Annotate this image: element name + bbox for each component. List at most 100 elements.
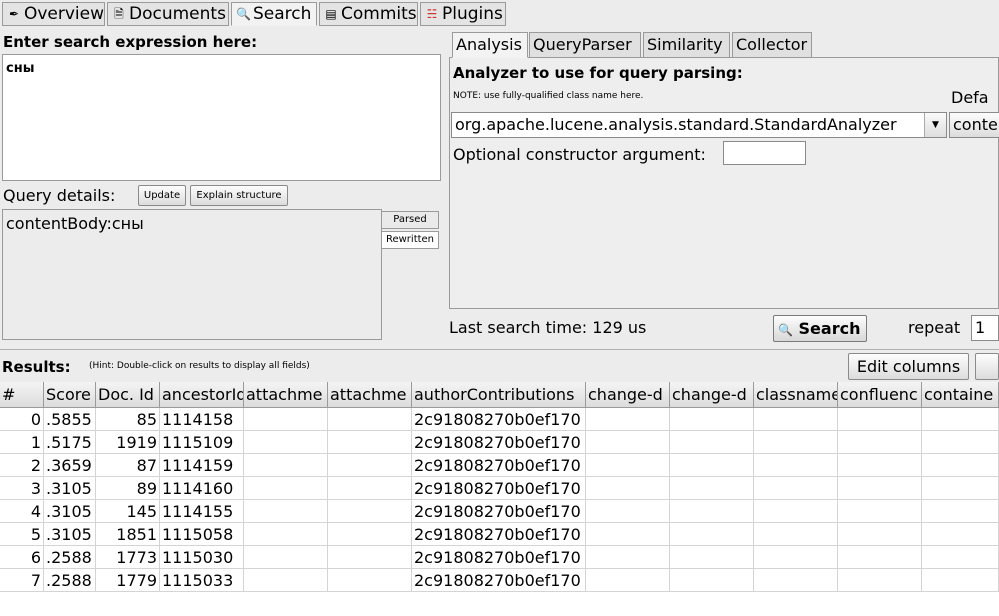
tab-plugins[interactable]: ☵ Plugins [420, 2, 506, 26]
tab-collector[interactable]: Collector [732, 32, 812, 58]
column-header[interactable]: Score [44, 382, 96, 408]
table-cell: .3105 [44, 523, 96, 546]
table-cell: 2c91808270b0ef170 [412, 523, 586, 546]
table-row[interactable]: 4.3105 145 1114155 2c91808270b0ef170 [0, 500, 999, 523]
repeat-input[interactable]: 1 [971, 315, 999, 341]
table-cell: 1779 [96, 569, 160, 592]
results-table[interactable]: #ScoreDoc. IdancestorIdsattachmeattachme… [0, 382, 999, 616]
table-cell [670, 431, 754, 454]
analyzer-note: NOTE: use fully-qualified class name her… [453, 91, 644, 101]
table-cell [754, 408, 838, 431]
table-cell: .2588 [44, 546, 96, 569]
documents-icon: 🗎 [114, 7, 124, 21]
column-header[interactable]: # [0, 382, 44, 408]
constructor-argument-input[interactable] [723, 141, 806, 165]
table-cell [244, 431, 328, 454]
table-cell: 85 [96, 408, 160, 431]
table-cell: 1773 [96, 546, 160, 569]
table-cell: 4 [0, 500, 44, 523]
column-header[interactable]: attachme [328, 382, 412, 408]
table-row[interactable]: 2.3659 87 1114159 2c91808270b0ef170 [0, 454, 999, 477]
rewritten-button[interactable]: Rewritten [381, 231, 439, 249]
table-row[interactable]: 3.3105 89 1114160 2c91808270b0ef170 [0, 477, 999, 500]
table-row[interactable]: 7.2588 1779 1115033 2c91808270b0ef170 [0, 569, 999, 592]
column-header[interactable]: containe [922, 382, 999, 408]
tab-documents[interactable]: 🗎 Documents [107, 2, 229, 26]
analyzer-select[interactable]: org.apache.lucene.analysis.standard.Stan… [451, 112, 947, 138]
table-cell [922, 500, 999, 523]
column-header[interactable]: authorContributions [412, 382, 586, 408]
table-cell: 2c91808270b0ef170 [412, 454, 586, 477]
column-header[interactable]: change-d [670, 382, 754, 408]
table-cell [586, 431, 670, 454]
table-cell: .2588 [44, 569, 96, 592]
tab-commits[interactable]: ▤ Commits [319, 2, 418, 26]
table-cell: 87 [96, 454, 160, 477]
table-cell: 2c91808270b0ef170 [412, 477, 586, 500]
column-header[interactable]: Doc. Id [96, 382, 160, 408]
table-cell: 1114155 [160, 500, 244, 523]
table-cell [328, 431, 412, 454]
table-cell: 2c91808270b0ef170 [412, 500, 586, 523]
search-button-label: Search [798, 319, 861, 338]
table-row[interactable]: 1.5175 1919 1115109 2c91808270b0ef170 [0, 431, 999, 454]
table-cell: 3 [0, 477, 44, 500]
edit-columns-button[interactable]: Edit columns [848, 353, 969, 380]
column-header[interactable]: confluenc [838, 382, 922, 408]
table-cell [328, 454, 412, 477]
table-cell [244, 523, 328, 546]
tab-label: Documents [129, 4, 226, 24]
plugins-icon: ☵ [426, 7, 438, 21]
update-button[interactable]: Update [138, 185, 186, 206]
table-cell [328, 523, 412, 546]
table-cell: 89 [96, 477, 160, 500]
table-cell [922, 454, 999, 477]
column-header[interactable]: attachme [244, 382, 328, 408]
search-expression-input[interactable]: сны [2, 54, 441, 181]
default-label: Defa [951, 88, 989, 107]
table-row[interactable]: 6.2588 1773 1115030 2c91808270b0ef170 [0, 546, 999, 569]
overview-icon: ✒ [8, 7, 19, 21]
tab-similarity[interactable]: Similarity [643, 32, 730, 58]
table-cell: .3105 [44, 477, 96, 500]
search-button[interactable]: 🔍 Search [773, 315, 867, 342]
table-cell [586, 408, 670, 431]
parsed-button[interactable]: Parsed [381, 211, 439, 229]
table-cell: 7 [0, 569, 44, 592]
search-icon: 🔍 [778, 323, 793, 337]
table-cell [586, 500, 670, 523]
tab-queryparser[interactable]: QueryParser [529, 32, 641, 58]
column-header[interactable]: change-d [586, 382, 670, 408]
table-cell [838, 431, 922, 454]
chevron-down-icon[interactable]: ▼ [924, 113, 946, 137]
tab-analysis[interactable]: Analysis [452, 32, 528, 58]
table-cell: 1115033 [160, 569, 244, 592]
parsed-query-text: contentBody:сны [6, 214, 144, 233]
default-constructor-button[interactable]: conte [949, 112, 999, 138]
table-cell [328, 569, 412, 592]
extra-results-button[interactable] [975, 353, 999, 380]
column-header[interactable]: ancestorIds [160, 382, 244, 408]
tab-label: Commits [341, 4, 417, 24]
analyzer-select-value: org.apache.lucene.analysis.standard.Stan… [455, 115, 897, 134]
table-cell [754, 546, 838, 569]
table-cell [754, 454, 838, 477]
table-cell: 2c91808270b0ef170 [412, 431, 586, 454]
table-cell [754, 500, 838, 523]
tab-label: Search [253, 4, 312, 24]
table-cell [922, 408, 999, 431]
table-cell: .3105 [44, 500, 96, 523]
table-cell: 1851 [96, 523, 160, 546]
table-cell [754, 523, 838, 546]
table-cell [670, 408, 754, 431]
results-hint: (Hint: Double-click on results to displa… [89, 361, 310, 371]
column-header[interactable]: classname [754, 382, 838, 408]
table-cell [838, 523, 922, 546]
explain-structure-button[interactable]: Explain structure [190, 185, 288, 206]
commits-icon: ▤ [325, 7, 337, 21]
table-cell [244, 569, 328, 592]
table-row[interactable]: 0.5855 85 1114158 2c91808270b0ef170 [0, 408, 999, 431]
tab-search[interactable]: 🔍 Search [231, 2, 317, 26]
tab-overview[interactable]: ✒ Overview [2, 2, 105, 26]
table-row[interactable]: 5.3105 1851 1115058 2c91808270b0ef170 [0, 523, 999, 546]
